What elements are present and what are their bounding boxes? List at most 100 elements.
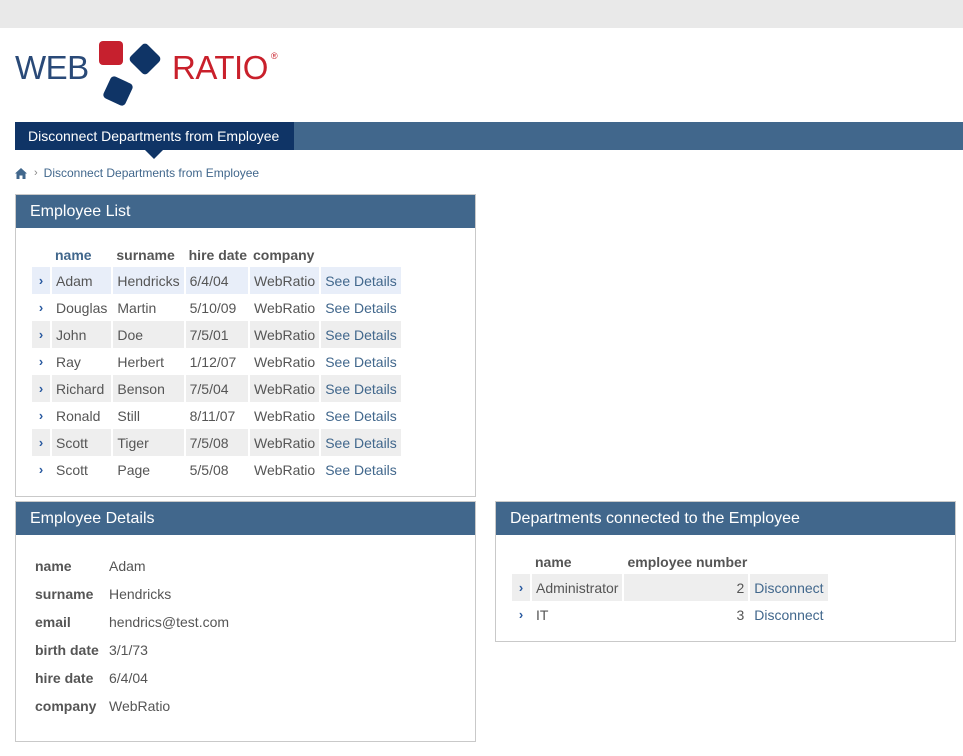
cell-employee-number: 2: [624, 574, 749, 601]
table-row: › John Doe 7/5/01 WebRatio See Details: [32, 321, 401, 348]
breadcrumb-separator-icon: ›: [34, 167, 38, 179]
row-expand-chevron-icon[interactable]: ›: [512, 574, 530, 601]
webratio-logo: WEB RATIO ®: [15, 40, 295, 110]
cell-surname: Page: [117, 461, 151, 478]
logo-ratio-text: RATIO: [172, 49, 268, 86]
cell-company: WebRatio: [253, 299, 316, 316]
cell-dept-name: IT: [536, 606, 549, 623]
cell-company: WebRatio: [253, 353, 316, 370]
detail-row: company WebRatio: [35, 692, 229, 720]
departments-title: Departments connected to the Employee: [496, 502, 955, 535]
employee-list-panel: Employee List name surname hire date com…: [15, 194, 476, 497]
table-row: › Adam Hendricks 6/4/04 WebRatio See Details: [32, 267, 401, 294]
see-details-link[interactable]: See Details: [321, 294, 401, 321]
nav-active-indicator: [145, 150, 163, 159]
row-expand-chevron-icon[interactable]: ›: [32, 294, 50, 321]
column-header-name[interactable]: name: [52, 243, 111, 267]
cell-company: WebRatio: [249, 267, 320, 294]
cell-name: Adam: [52, 267, 112, 294]
logo-red-square: [99, 41, 123, 65]
table-row: › Scott Page 5/5/08 WebRatio See Details: [32, 456, 401, 483]
detail-row: hire date 6/4/04: [35, 664, 229, 692]
table-row: › IT 3 Disconnect: [512, 601, 828, 628]
detail-value: Hendricks: [109, 586, 172, 602]
logo-blue-square: [102, 75, 134, 107]
main-navbar: Disconnect Departments from Employee: [15, 122, 963, 159]
column-header-surname[interactable]: surname: [113, 243, 183, 267]
cell-hire-date: 7/5/04: [185, 375, 248, 402]
cell-surname: Doe: [113, 321, 184, 348]
cell-employee-number: 3: [736, 606, 745, 623]
cell-surname: Still: [117, 407, 140, 424]
see-details-link[interactable]: See Details: [321, 402, 401, 429]
row-expand-chevron-icon[interactable]: ›: [32, 321, 50, 348]
cell-hire-date: 6/4/04: [185, 267, 248, 294]
detail-value: WebRatio: [109, 698, 171, 714]
browser-top-strip: [0, 0, 963, 28]
detail-value: 3/1/73: [109, 642, 148, 658]
detail-label: email: [35, 614, 71, 630]
detail-label: hire date: [35, 670, 94, 686]
cell-company: WebRatio: [249, 321, 320, 348]
table-row: › Douglas Martin 5/10/09 WebRatio See Details: [32, 294, 401, 321]
employee-details-fields: name Adam surname Hendricks email hendrics@te…: [35, 552, 229, 720]
cell-surname: Hendricks: [113, 267, 184, 294]
disconnect-link[interactable]: Disconnect: [750, 574, 828, 601]
cell-hire-date: 5/10/09: [189, 299, 237, 316]
breadcrumb: › Disconnect Departments from Employee: [15, 165, 259, 181]
logo-web-text: WEB: [15, 49, 89, 86]
home-icon[interactable]: [15, 167, 27, 179]
detail-value: Adam: [109, 558, 146, 574]
row-expand-chevron-icon[interactable]: ›: [32, 429, 50, 456]
see-details-link[interactable]: See Details: [321, 456, 401, 483]
cell-surname: Martin: [117, 299, 157, 316]
see-details-link[interactable]: See Details: [321, 348, 401, 375]
column-header-hire-date[interactable]: hire date: [186, 243, 248, 267]
cell-company: WebRatio: [249, 375, 320, 402]
cell-hire-date: 7/5/08: [185, 429, 248, 456]
cell-company: WebRatio: [249, 429, 320, 456]
breadcrumb-current: Disconnect Departments from Employee: [43, 166, 260, 180]
row-expand-chevron-icon[interactable]: ›: [32, 402, 50, 429]
detail-value: 6/4/04: [109, 670, 148, 686]
detail-label: company: [35, 698, 97, 714]
cell-dept-name: Administrator: [532, 574, 623, 601]
cell-surname: Benson: [113, 375, 184, 402]
employee-list-title: Employee List: [16, 195, 475, 228]
table-row: › Richard Benson 7/5/04 WebRatio See Details: [32, 375, 401, 402]
see-details-link[interactable]: See Details: [321, 267, 401, 294]
row-expand-chevron-icon[interactable]: ›: [32, 375, 50, 402]
nav-tab-disconnect-departments[interactable]: Disconnect Departments from Employee: [15, 122, 294, 150]
detail-label: surname: [35, 586, 94, 602]
row-expand-chevron-icon[interactable]: ›: [32, 348, 50, 375]
departments-panel: Departments connected to the Employee na…: [495, 501, 956, 642]
cell-hire-date: 1/12/07: [189, 353, 237, 370]
column-header-employee-number: employee number: [627, 554, 748, 570]
detail-label: name: [35, 558, 72, 574]
see-details-link[interactable]: See Details: [321, 375, 401, 402]
detail-row: birth date 3/1/73: [35, 636, 229, 664]
cell-surname: Herbert: [117, 353, 165, 370]
column-header-company[interactable]: company: [250, 243, 319, 267]
employee-list-table: name surname hire date company › Adam Hend…: [30, 243, 403, 483]
cell-hire-date: 7/5/01: [185, 321, 248, 348]
see-details-link[interactable]: See Details: [321, 321, 401, 348]
cell-name: Richard: [52, 375, 112, 402]
row-expand-chevron-icon[interactable]: ›: [32, 267, 50, 294]
cell-name: Ray: [56, 353, 81, 370]
disconnect-link[interactable]: Disconnect: [750, 601, 827, 628]
row-expand-chevron-icon[interactable]: ›: [32, 456, 50, 483]
employee-details-title: Employee Details: [16, 502, 475, 535]
see-details-link[interactable]: See Details: [321, 429, 401, 456]
cell-name: Scott: [52, 429, 112, 456]
cell-name: Ronald: [56, 407, 101, 424]
table-row: › Administrator 2 Disconnect: [512, 574, 828, 601]
cell-company: WebRatio: [253, 407, 316, 424]
detail-row: name Adam: [35, 552, 229, 580]
detail-row: email hendrics@test.com: [35, 608, 229, 636]
detail-label: birth date: [35, 642, 99, 658]
cell-name: Douglas: [56, 299, 108, 316]
row-expand-chevron-icon[interactable]: ›: [512, 601, 530, 628]
logo-blue-diamond: [128, 42, 162, 76]
cell-surname: Tiger: [113, 429, 184, 456]
